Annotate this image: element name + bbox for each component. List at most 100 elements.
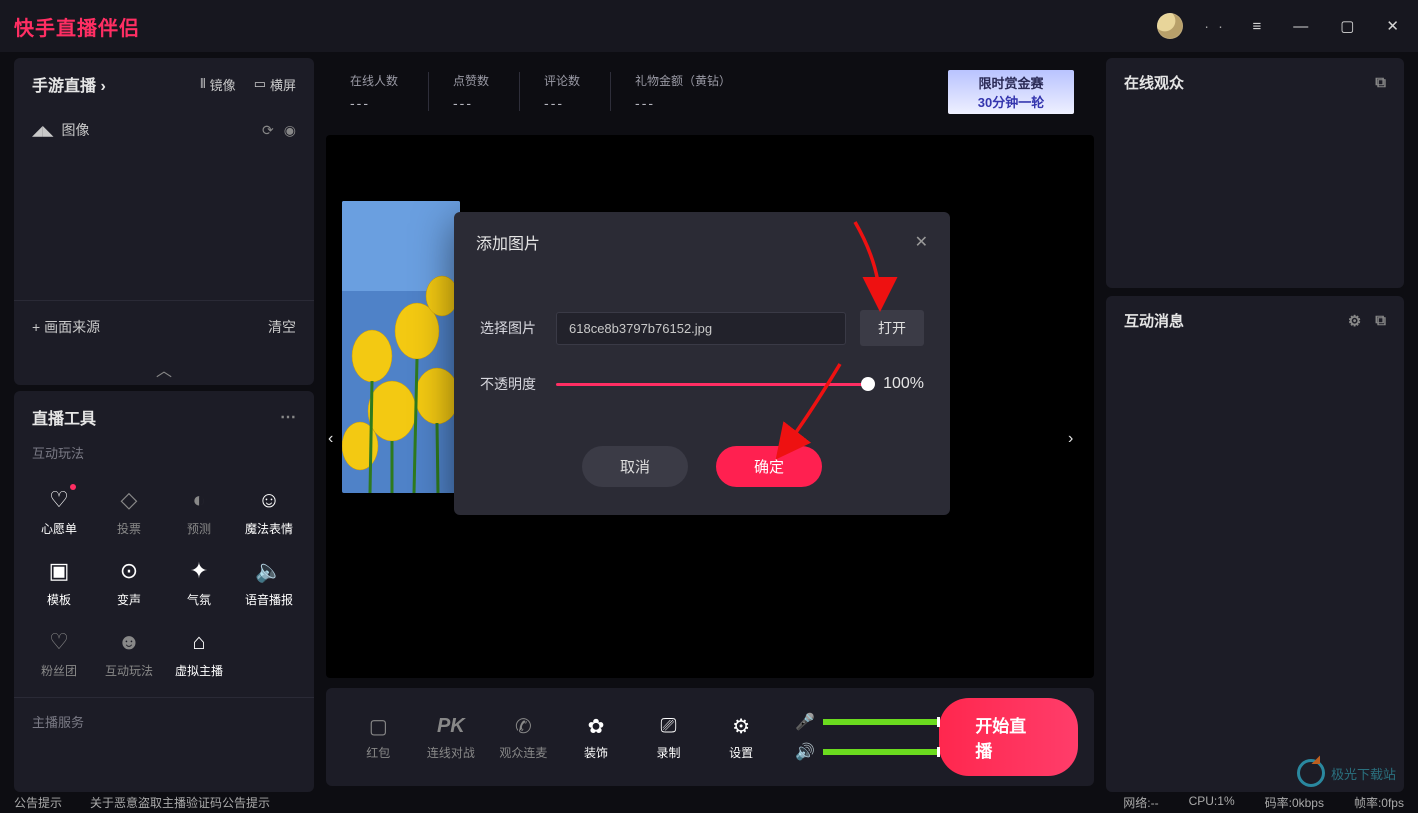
audio-meters: 🎤 🔊	[795, 712, 939, 762]
clear-sources-button[interactable]: 清空	[268, 317, 296, 337]
bbtn-pk[interactable]: PK 连线对战	[415, 714, 488, 761]
status-fps: 帧率:0fps	[1354, 794, 1404, 811]
tool-atmosphere[interactable]: ✦气氛	[164, 547, 234, 618]
status-bar: 公告提示 关于恶意盗取主播验证码公告提示 网络:-- CPU:1% 码率:0kb…	[0, 792, 1418, 813]
tool-predict-label: 预测	[187, 522, 211, 536]
cancel-button[interactable]: 取消	[582, 446, 688, 487]
bbtn-decor-label: 装饰	[584, 746, 608, 760]
stat-online-label: 在线人数	[350, 74, 398, 88]
stat-online: 在线人数---	[350, 72, 398, 111]
status-cpu: CPU:1%	[1189, 794, 1235, 811]
tool-magic[interactable]: ☺魔法表情	[234, 476, 304, 547]
hamburger-icon[interactable]: ≡	[1247, 14, 1266, 39]
speaker-meter[interactable]: 🔊	[795, 742, 939, 762]
audience-panel: 在线观众⧉	[1106, 58, 1404, 288]
tool-template-label: 模板	[47, 593, 71, 607]
tool-wish-label: 心愿单	[41, 522, 77, 536]
tool-fans[interactable]: ♡粉丝团	[24, 618, 94, 689]
title-bar-right: ∙ ∙ ≡ — ▢ ✕	[1157, 13, 1404, 39]
tag-icon: ◇	[98, 486, 160, 514]
dialog-header: 添加图片 ✕	[454, 212, 950, 272]
preview-next-button[interactable]: ›	[1068, 430, 1073, 448]
preview-image[interactable]	[342, 201, 460, 493]
source-item-image[interactable]: ◢◣图像 ⟳◉	[14, 110, 314, 150]
source-panel-header: 手游直播 › ⦀镜像 ▭横屏	[14, 58, 314, 110]
mirror-button[interactable]: ⦀镜像	[200, 75, 236, 94]
slider-knob[interactable]	[861, 377, 875, 391]
source-title[interactable]: 手游直播 ›	[32, 72, 106, 96]
opacity-slider[interactable]	[556, 383, 869, 386]
source-footer: + 画面来源 清空	[14, 300, 314, 353]
add-source-button[interactable]: + 画面来源	[32, 317, 100, 337]
mirror-label: 镜像	[210, 75, 236, 94]
stat-likes-value: ---	[453, 95, 489, 111]
tools-section-host: 主播服务	[14, 697, 314, 737]
mic-meter[interactable]: 🎤	[795, 712, 939, 732]
tool-vote[interactable]: ◇投票	[94, 476, 164, 547]
smile-icon: ☺	[238, 486, 300, 514]
bbtn-settings[interactable]: ⚙设置	[705, 714, 778, 761]
tools-panel: 直播工具 ⋯ 互动玩法 ♡心愿单 ◇投票 ◐预测 ☺魔法表情 ▣模板 ⊙变声 ✦…	[14, 391, 314, 792]
preview-prev-button[interactable]: ‹	[328, 430, 333, 448]
heart-icon: ♡	[28, 486, 90, 514]
tools-header: 直播工具 ⋯	[14, 391, 314, 437]
popout2-icon[interactable]: ⧉	[1375, 312, 1386, 330]
bbtn-pk-label: 连线对战	[427, 746, 475, 760]
stat-likes-label: 点赞数	[453, 74, 489, 88]
source-panel: 手游直播 › ⦀镜像 ▭横屏 ◢◣图像 ⟳◉ + 画面来源 清空 ︿	[14, 58, 314, 385]
landscape-label: 横屏	[270, 75, 296, 94]
status-network: 网络:--	[1123, 794, 1158, 811]
start-stream-button[interactable]: 开始直播	[939, 698, 1078, 776]
landscape-button[interactable]: ▭横屏	[254, 75, 296, 94]
notice-label: 公告提示	[14, 794, 62, 811]
tool-vhost[interactable]: ⌂虚拟主播	[164, 618, 234, 689]
file-name-input[interactable]	[556, 312, 846, 345]
redpack-icon: ▢	[342, 714, 415, 740]
maximize-icon[interactable]: ▢	[1335, 13, 1359, 39]
eye-icon[interactable]: ◉	[284, 122, 296, 139]
pk-icon: PK	[415, 714, 488, 740]
bbtn-redpack[interactable]: ▢红包	[342, 714, 415, 761]
app-logo: 快手直播伴侣	[14, 12, 140, 41]
face-id-icon: ⌂	[168, 628, 230, 656]
minimize-icon[interactable]: —	[1288, 14, 1313, 39]
gear-icon: ⚙	[705, 714, 778, 740]
stat-gifts-value: ---	[635, 95, 731, 111]
popout-icon[interactable]: ⧉	[1375, 74, 1386, 91]
gear-small-icon[interactable]: ⚙	[1348, 312, 1361, 330]
dialog-close-icon[interactable]: ✕	[915, 232, 928, 252]
left-column: 手游直播 › ⦀镜像 ▭横屏 ◢◣图像 ⟳◉ + 画面来源 清空 ︿ 直播工具 …	[0, 52, 320, 792]
chevron-up-icon[interactable]: ︿	[14, 353, 314, 385]
tool-predict[interactable]: ◐ 预测	[164, 476, 234, 547]
tool-voice-change[interactable]: ⊙变声	[94, 547, 164, 618]
lock-icon[interactable]: ⟳	[262, 122, 274, 139]
ok-button[interactable]: 确定	[716, 446, 822, 487]
chart-icon: ◐	[168, 486, 230, 514]
avatar[interactable]	[1157, 13, 1183, 39]
tool-wish[interactable]: ♡ 心愿单	[24, 476, 94, 547]
bbtn-audience[interactable]: ✆观众连麦	[487, 714, 560, 761]
tool-atmosphere-label: 气氛	[187, 593, 211, 607]
game-icon: ☻	[98, 628, 160, 656]
close-icon[interactable]: ✕	[1381, 13, 1404, 39]
more-icon[interactable]: ⋯	[280, 407, 296, 427]
tool-template[interactable]: ▣ 模板	[24, 547, 94, 618]
bbtn-record[interactable]: ⎚录制	[632, 714, 705, 761]
tool-tts[interactable]: 🔈语音播报	[234, 547, 304, 618]
dialog-title: 添加图片	[476, 230, 540, 254]
opacity-value: 100%	[883, 375, 924, 393]
promo-banner[interactable]: 限时赏金赛 30分钟一轮	[948, 70, 1074, 114]
bbtn-audience-label: 观众连麦	[499, 746, 547, 760]
open-file-button[interactable]: 打开	[860, 310, 924, 346]
speaker-icon: 🔈	[238, 557, 300, 585]
notice-text[interactable]: 关于恶意盗取主播验证码公告提示	[90, 794, 270, 811]
ellipsis-icon[interactable]: ∙ ∙	[1205, 18, 1226, 34]
tool-voicechange-label: 变声	[117, 593, 141, 607]
stat-gifts-label: 礼物金额（黄钻）	[635, 74, 731, 88]
bbtn-decor[interactable]: ✿装饰	[560, 714, 633, 761]
template-icon: ▣	[28, 557, 90, 585]
stats-bar: 在线人数--- 点赞数--- 评论数--- 礼物金额（黄钻）--- 限时赏金赛 …	[326, 58, 1094, 125]
watermark-icon	[1297, 759, 1325, 787]
select-image-label: 选择图片	[480, 318, 542, 338]
tool-interactive[interactable]: ☻互动玩法	[94, 618, 164, 689]
